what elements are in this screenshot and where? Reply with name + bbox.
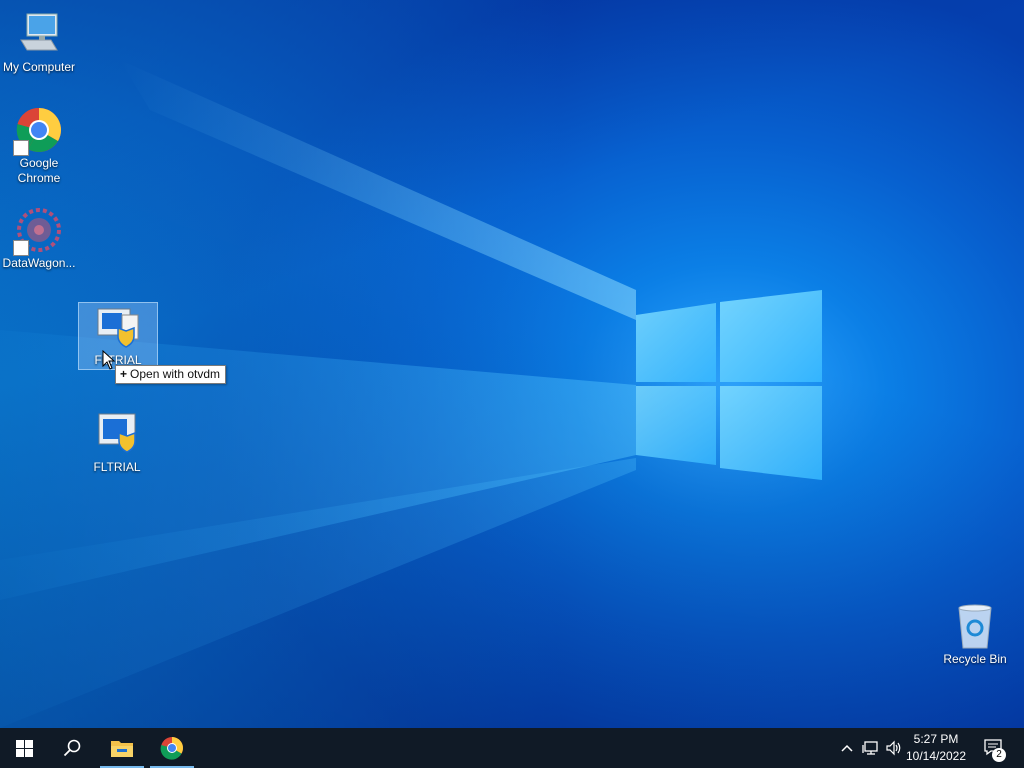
recycle-bin-icon <box>951 602 999 650</box>
datawagon-icon <box>13 206 63 256</box>
mouse-cursor-icon <box>102 350 116 370</box>
computer-icon <box>15 10 63 58</box>
clock-time: 5:27 PM <box>913 732 959 746</box>
setup-shield-icon <box>93 410 141 458</box>
notification-count-badge: 2 <box>992 748 1006 762</box>
chrome-icon <box>160 737 183 760</box>
desktop-icon-fltrial[interactable]: FLTRIAL <box>78 410 156 475</box>
setup-shield-icon <box>94 303 142 351</box>
taskbar-google-chrome[interactable] <box>148 728 196 768</box>
taskbar-file-explorer[interactable] <box>98 728 146 768</box>
windows-logo-wallpaper <box>636 290 822 480</box>
windows-start-icon <box>15 739 33 757</box>
chrome-icon <box>13 106 63 156</box>
show-hidden-icons-chevron-icon[interactable] <box>838 739 856 757</box>
drag-drop-tooltip: + Open with otvdm <box>115 365 227 384</box>
desktop-icon-fltrial-selected[interactable]: FLTRIAL <box>78 302 158 370</box>
search-icon <box>63 739 81 757</box>
shortcut-arrow-icon <box>13 140 29 156</box>
desktop-icon-google-chrome[interactable]: Google Chrome <box>0 106 78 186</box>
desktop-icon-recycle-bin[interactable]: Recycle Bin <box>936 602 1014 667</box>
start-button[interactable] <box>0 728 48 768</box>
search-button[interactable] <box>48 728 96 768</box>
desktop-icon-label: Google Chrome <box>17 156 61 185</box>
desktop-icon-label: DataWagon... <box>2 256 76 270</box>
desktop-icon-label: Recycle Bin <box>943 652 1007 666</box>
network-icon[interactable] <box>862 739 880 757</box>
taskbar-clock[interactable]: 5:27 PM 10/14/2022 <box>900 731 972 765</box>
desktop[interactable]: My Computer Google Chrome DataWagon... F… <box>0 0 1024 728</box>
desktop-icon-my-computer[interactable]: My Computer <box>0 10 78 75</box>
desktop-icon-label: FLTRIAL <box>93 460 141 474</box>
shortcut-arrow-icon <box>13 240 29 256</box>
folder-icon <box>111 741 133 757</box>
plus-icon: + <box>120 367 128 381</box>
drag-tooltip-text: Open with otvdm <box>130 367 221 381</box>
desktop-icon-datawagon[interactable]: DataWagon... <box>0 206 78 271</box>
desktop-icon-label: My Computer <box>2 60 76 74</box>
clock-date: 10/14/2022 <box>905 749 967 763</box>
taskbar: 5:27 PM 10/14/2022 2 <box>0 728 1024 768</box>
